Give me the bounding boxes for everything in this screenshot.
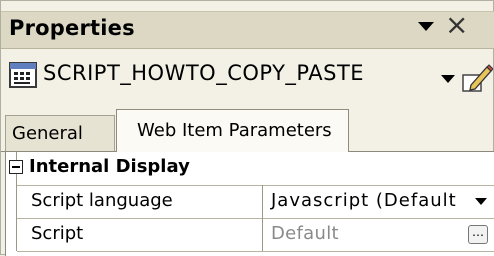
property-name: Script language [31,190,173,211]
property-row-script[interactable]: Script Default … [17,218,494,252]
chevron-down-icon[interactable] [475,198,487,205]
property-value: Default [271,223,339,244]
property-value-dropdown[interactable]: Javascript (Default [271,190,457,211]
tab-web-item-parameters[interactable]: Web Item Parameters [116,109,349,152]
script-item-icon [9,62,37,88]
tab-general[interactable]: General [5,115,115,151]
chevron-down-icon[interactable] [441,75,455,83]
category-row[interactable]: Internal Display [9,152,494,186]
object-selector[interactable]: SCRIPT_HOWTO_COPY_PASTE [1,53,494,101]
object-name: SCRIPT_HOWTO_COPY_PASTE [43,61,365,85]
panel-titlebar: Properties × [1,11,494,49]
close-icon[interactable]: × [445,11,468,39]
property-grid-area: Internal Display Script language Javascr… [5,152,494,256]
panel-title: Properties [9,16,135,40]
chevron-down-icon[interactable] [418,22,434,31]
property-name: Script [31,223,84,244]
minus-box-icon[interactable] [9,160,23,174]
pencil-icon[interactable] [461,61,493,93]
category-label: Internal Display [29,156,190,177]
properties-panel: Properties × SCRIPT_HOWTO_COPY_PASTE Gen… [0,0,494,256]
tab-bar: General Web Item Parameters [1,109,494,152]
ellipsis-button[interactable]: … [468,225,488,244]
property-grid: Internal Display Script language Javascr… [9,152,494,252]
property-row-script-language[interactable]: Script language Javascript (Default [17,185,494,219]
column-divider[interactable] [262,218,263,251]
column-divider[interactable] [262,185,263,218]
